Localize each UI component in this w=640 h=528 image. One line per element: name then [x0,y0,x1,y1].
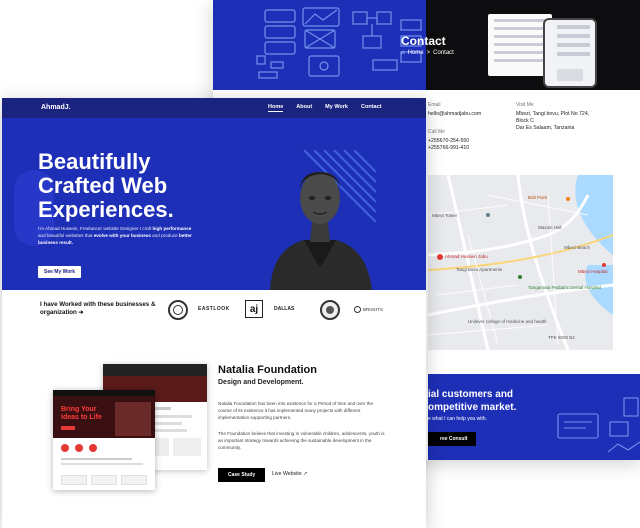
phone-1[interactable]: +255670-254-550 [428,138,469,145]
nav-my-work[interactable]: My Work [325,104,348,112]
address-line-1: Mbezi, Tangi bovu, Plot No 724, [516,111,590,117]
hero-title-line-1: Beautifully [38,149,151,174]
clients-heading: I have Worked with these businesses & or… [40,301,156,316]
map-label: Bolt Point [528,195,548,200]
visit-label: Visit Me [516,102,534,108]
map-label: Maxain Hall [538,225,562,230]
location-pin-icon[interactable] [437,254,443,260]
breadcrumb-home[interactable]: Home [408,50,424,56]
email-value[interactable]: hello@ahmadjabu.com [428,111,481,118]
mockup-headline-2: Ideas to Life [61,414,102,421]
nav-contact[interactable]: Contact [361,104,381,112]
navbar: AhmadJ. Home About My Work Contact [2,98,426,118]
client-logo-seal [168,300,188,320]
breadcrumb: ⌂ Home > Contact [401,50,454,56]
hero-title-line-3: Experiences. [38,197,174,222]
project-paragraph-2: The Foundation believe that investing in… [218,431,385,450]
live-website-link[interactable]: Live Website ↗ [272,471,307,477]
mockup-headline-1: Bring Your [61,406,97,413]
case-study-button[interactable]: Case Study [218,468,266,482]
location-map[interactable]: Ahmad Hussein Jabu Tangi Bovu Apartments… [428,175,613,350]
map-label: Mbezi Hospital [578,269,608,274]
client-logo-aj: aj [245,300,263,318]
project-subtitle: Design and Development. [218,379,304,386]
email-label: Email [428,102,441,108]
address-line-2: Block C [516,118,534,124]
call-label: Call Me [428,129,445,135]
hero-section: Beautifully Crafted Web Experiences. I'm… [2,118,426,290]
nav-home[interactable]: Home [268,104,284,112]
hero-description: I'm Ahmad Hussein, Freelancer website De… [38,226,192,245]
address-line-3: Dar Es Salaam, Tanzania [516,125,575,131]
clients-section: I have Worked with these businesses & or… [2,290,426,334]
nav-about[interactable]: About [296,104,312,112]
map-label: TPK 6000 B2 [548,335,575,340]
home-page-preview: AhmadJ. Home About My Work Contact Beaut… [2,98,426,528]
visit-block: Visit Me Mbezi, Tangi bovu, Plot No 724,… [516,102,589,132]
see-my-work-button[interactable]: See My Work [38,266,82,278]
map-label: Tangi Bovu Apartments [456,267,503,272]
project-mockup-main: Bring Your Ideas to Life [53,390,155,490]
contact-hero: Contact ⌂ Home > Contact [213,0,640,90]
external-link-icon: ↗ [303,471,308,477]
email-block: Email hello@ahmadjabu.com [428,102,481,118]
arrow-right-icon: ➔ [78,309,84,316]
portrait-photo [270,150,376,290]
site-logo[interactable]: AhmadJ. [41,104,71,111]
contact-page-title: Contact [401,34,446,48]
hero-title: Beautifully Crafted Web Experiences. [38,150,238,222]
cta-doodles [557,397,640,453]
hero-title-line-2: Crafted Web [38,173,168,198]
cta-section: ial customers and ompetitive market. e w… [428,374,640,460]
map-label: Mbezi Tower [432,213,458,218]
phone-2[interactable]: +255766-991-410 [428,145,469,152]
map-label-main: Ahmad Hussein Jabu [445,254,488,259]
client-logo-eastlook: EASTLOOK [198,306,230,312]
client-logo-brights: BRIGHTS [354,306,383,313]
client-logo-dallas: DALLAS [274,306,295,312]
showcase-canvas: Contact ⌂ Home > Contact Email hello@ahm… [0,0,640,528]
map-label: Unilever college of medicine and health [468,319,547,324]
call-block: Call Me +255670-254-550 +255766-991-410 [428,129,469,152]
nav-links: Home About My Work Contact [268,104,381,112]
breadcrumb-current: Contact [433,50,454,56]
project-paragraph-1: Natalia Foundation has been into existen… [218,401,374,420]
phone-illustration [543,18,597,88]
map-label: Tangamata Pediatric Dental Hospital [528,285,601,290]
breadcrumb-separator: > [426,50,431,56]
home-icon: ⌂ [401,50,405,56]
project-section: Bring Your Ideas to Life Natalia Foundat… [2,356,426,528]
map-label: Mbezi Beach [564,245,591,250]
hero-dark-panel [426,0,640,90]
project-title: Natalia Foundation [218,364,317,376]
client-logo-emblem [320,300,340,320]
